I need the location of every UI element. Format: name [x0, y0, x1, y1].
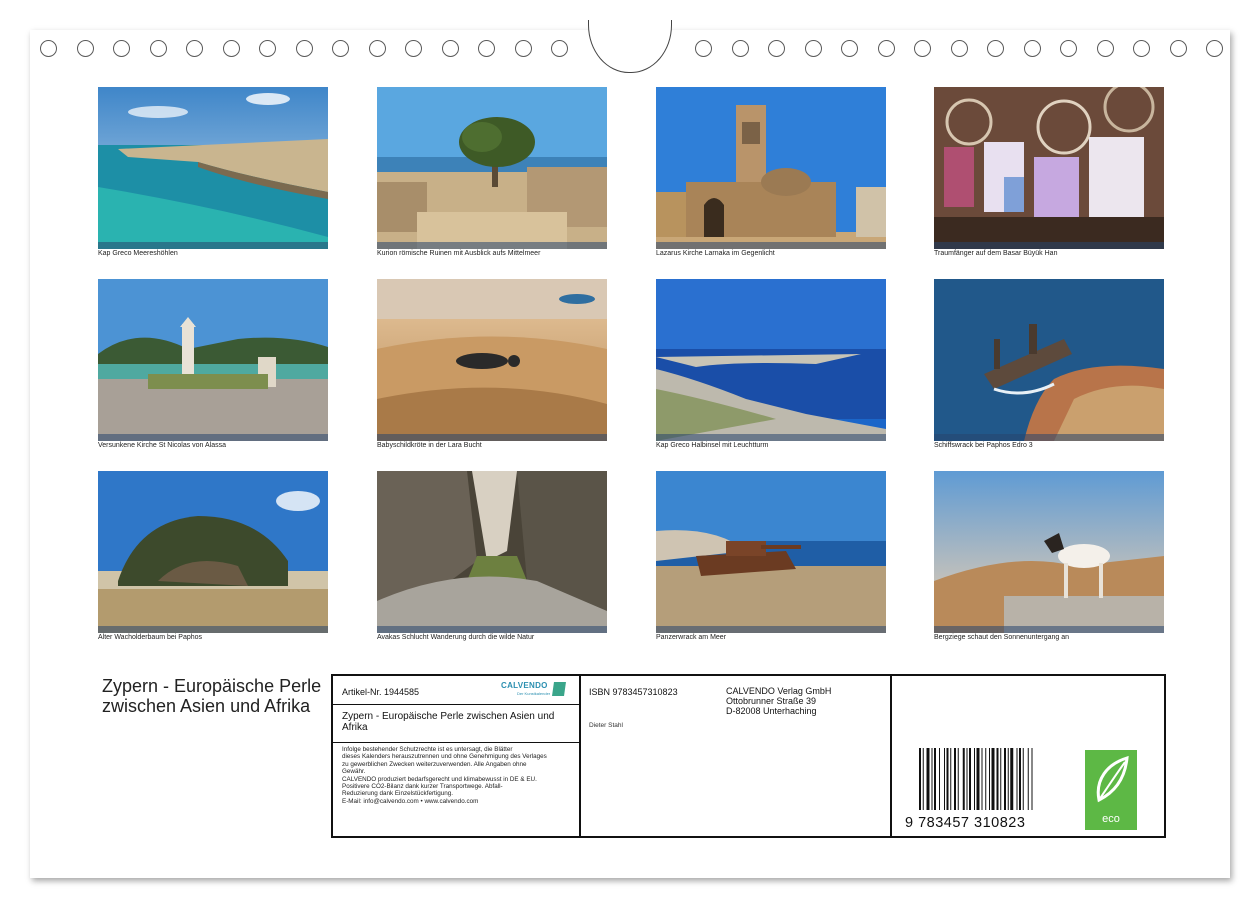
barcode	[919, 748, 1033, 810]
article-row: Artikel-Nr. 1944585 CALVENDO Der Kunstka…	[333, 676, 579, 705]
photo-caption: Schiffswrack bei Paphos Edro 3	[934, 442, 1033, 449]
imprint-box: Artikel-Nr. 1944585 CALVENDO Der Kunstka…	[331, 674, 1166, 838]
photo-caption: Alter Wacholderbaum bei Paphos	[98, 634, 203, 641]
photo-peninsula	[656, 279, 886, 441]
legal-line: zu gewerblichen Zwecken weiterzuverwende…	[342, 760, 527, 768]
photo-caption: Babyschildkröte in der Lara Bucht	[377, 442, 482, 449]
photo-shipwreck	[934, 279, 1164, 441]
legal-line: Infolge bestehender Schutzrechte ist es …	[342, 746, 513, 753]
publisher-address: CALVENDO Verlag GmbH Ottobrunner Straße …	[726, 686, 832, 716]
photo-tank	[656, 471, 886, 633]
eco-badge: eco	[1085, 750, 1137, 830]
legal-line: E-Mail: info@calvendo.com • www.calvendo…	[342, 797, 479, 805]
photo-church	[656, 87, 886, 249]
photo-gorge	[377, 471, 607, 633]
photo-caption: Bergziege schaut den Sonnenuntergang an	[934, 634, 1070, 641]
calendar-title: Zypern - Europäische Perle zwischen Asie…	[102, 676, 322, 716]
imprint-middle-column: ISBN 9783457310823 Dieter Stahl CALVENDO…	[579, 676, 892, 836]
photo-caption: Avakas Schlucht Wanderung durch die wild…	[377, 634, 535, 641]
photo-caption: Kap Greco Halbinsel mit Leuchtturm	[656, 442, 769, 449]
photo-sunken-church	[98, 279, 328, 441]
imprint-left-column: Artikel-Nr. 1944585 CALVENDO Der Kunstka…	[333, 676, 581, 836]
legal-line: Gewähr.	[342, 768, 366, 776]
calvendo-logo: CALVENDO Der Kunstkalender	[501, 681, 567, 699]
legal-line: Positivere CO2-Bilanz dank kurzer Transp…	[342, 783, 503, 791]
photo-ruins	[377, 87, 607, 249]
photo-turtle	[377, 279, 607, 441]
photo-caption: Lazarus Kirche Larnaka im Gegenlicht	[656, 250, 775, 257]
legal-line: dieses Kalenders herauszutrennen und ohn…	[342, 753, 547, 761]
legal-line: CALVENDO produziert bedarfsgerecht und k…	[342, 775, 537, 783]
legal-line: Reduzierung dank Einzelstückfertigung.	[342, 790, 453, 798]
photo-goat	[934, 471, 1164, 633]
photo-juniper	[98, 471, 328, 633]
photo-sea-cliffs	[98, 87, 328, 249]
imprint-title: Zypern - Europäische Perle zwischen Asie…	[342, 711, 555, 733]
photo-caption: Panzerwrack am Meer	[656, 634, 727, 641]
photo-caption: Kurion römische Ruinen mit Ausblick aufs…	[377, 250, 541, 257]
photo-caption: Versunkene Kirche St Nicolas von Alassa	[98, 442, 227, 449]
author: Dieter Stahl	[589, 722, 623, 729]
isbn: ISBN 9783457310823	[589, 687, 678, 697]
article-number: Artikel-Nr. 1944585	[342, 687, 420, 697]
photo-dreamcatchers	[934, 87, 1164, 249]
title-row: Zypern - Europäische Perle zwischen Asie…	[333, 704, 579, 743]
legal-notice: Infolge bestehender Schutzrechte ist es …	[342, 746, 576, 805]
photo-caption: Traumfänger auf dem Basar Büyük Han	[934, 250, 1058, 257]
barcode-digits: 9 783457 310823	[905, 815, 1026, 831]
photo-caption: Kap Greco Meereshöhlen	[98, 250, 178, 257]
eco-label: eco	[1102, 813, 1120, 825]
